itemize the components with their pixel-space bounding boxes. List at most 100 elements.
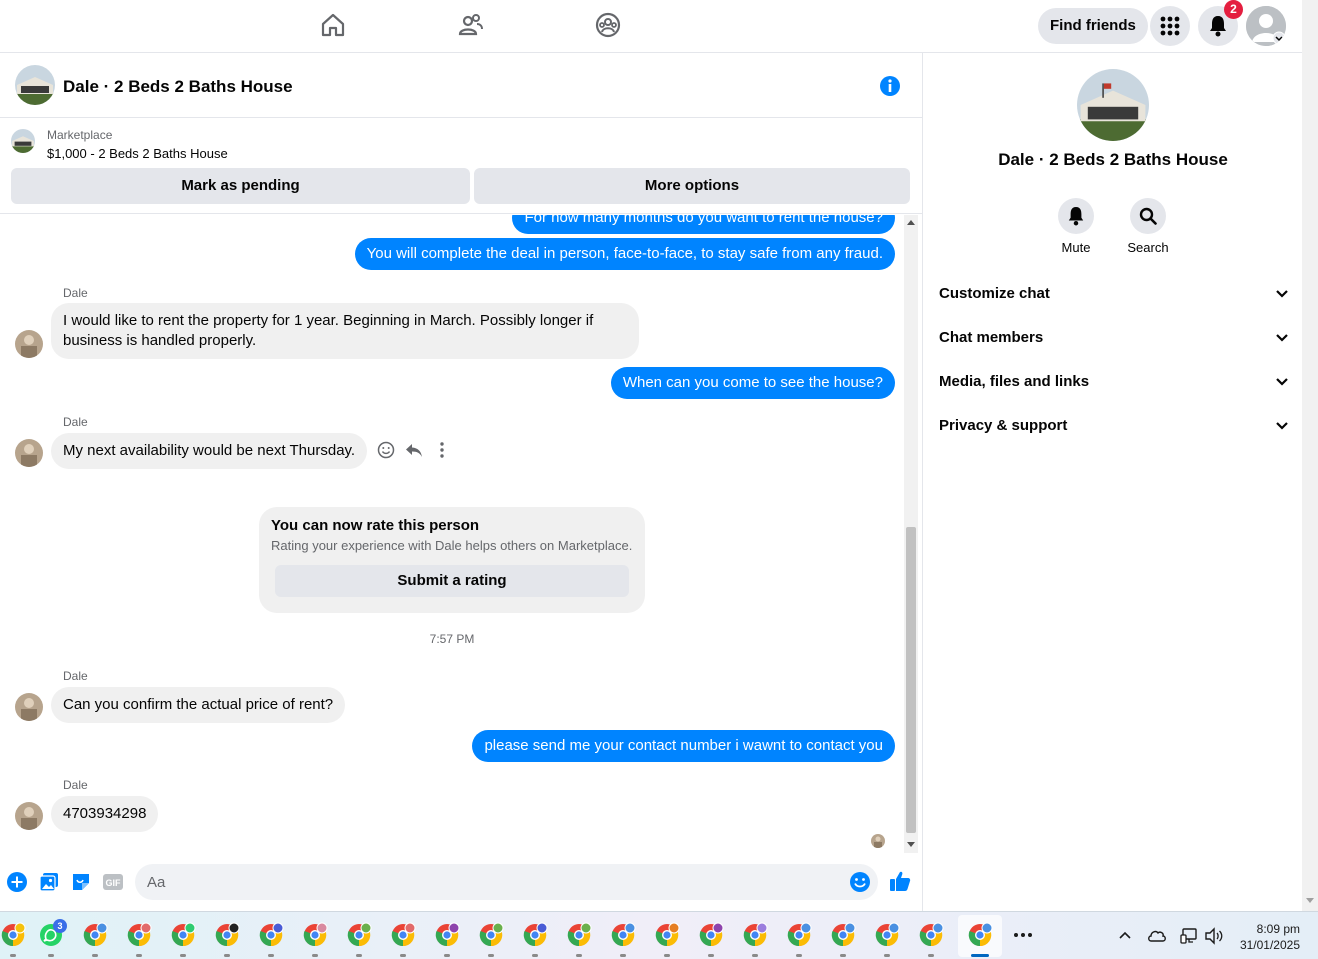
clock-date[interactable]: 31/01/2025 bbox=[1236, 938, 1300, 952]
thumbs-up-icon[interactable] bbox=[889, 870, 911, 892]
running-indicator bbox=[10, 954, 16, 957]
chrome-profile-app-icon[interactable] bbox=[874, 922, 900, 948]
mute-action[interactable]: Mute bbox=[1046, 198, 1106, 255]
network-icon[interactable] bbox=[1180, 927, 1198, 945]
incoming-message[interactable]: My next availability would be next Thurs… bbox=[51, 433, 368, 469]
chrome-profile-app-icon[interactable] bbox=[434, 922, 460, 948]
profile-avatar[interactable] bbox=[1246, 6, 1286, 46]
chrome-profile-app-icon[interactable] bbox=[346, 922, 372, 948]
photo-icon[interactable] bbox=[39, 872, 59, 892]
react-emoji-icon[interactable] bbox=[377, 441, 395, 459]
submit-rating-button[interactable]: Submit a rating bbox=[275, 565, 629, 597]
person-photo-icon bbox=[871, 834, 885, 848]
sender-name: Dale bbox=[63, 778, 88, 792]
person-photo-icon bbox=[15, 693, 43, 721]
message-timestamp: 7:57 PM bbox=[429, 632, 475, 646]
chrome-profile-app-icon[interactable] bbox=[214, 922, 240, 948]
message-line: I would like to rent the property for 1 … bbox=[63, 312, 594, 329]
chrome-profile-app-icon[interactable] bbox=[786, 922, 812, 948]
outgoing-message[interactable]: please send me your contact number i waw… bbox=[472, 730, 895, 762]
find-friends-button[interactable]: Find friends bbox=[1038, 8, 1148, 44]
chat-members-row[interactable]: Chat members bbox=[939, 329, 1289, 353]
groups-icon[interactable] bbox=[595, 12, 621, 38]
gif-icon[interactable]: GIF bbox=[103, 872, 123, 892]
listing-thumbnail[interactable] bbox=[11, 129, 35, 153]
chrome-profile-app-icon[interactable] bbox=[82, 922, 108, 948]
chrome-profile-app-icon[interactable] bbox=[258, 922, 284, 948]
chrome-profile-app-icon[interactable] bbox=[566, 922, 592, 948]
scroll-down-arrow-icon[interactable] bbox=[1306, 898, 1314, 904]
svg-text:GIF: GIF bbox=[106, 878, 122, 888]
chrome-profile-app-icon[interactable] bbox=[918, 922, 944, 948]
running-indicator bbox=[708, 954, 714, 957]
more-apps-icon[interactable] bbox=[1013, 932, 1033, 938]
scroll-up-arrow-icon[interactable] bbox=[907, 219, 915, 225]
outgoing-message[interactable]: For how many months do you want to rent … bbox=[512, 215, 895, 234]
chrome-profile-app-icon[interactable] bbox=[610, 922, 636, 948]
active-indicator bbox=[971, 954, 989, 957]
chrome-profile-app-icon[interactable] bbox=[126, 922, 152, 948]
house-photo-icon bbox=[1077, 69, 1149, 141]
sender-avatar[interactable] bbox=[15, 802, 43, 830]
chevron-down-icon bbox=[1276, 290, 1288, 298]
chat-scroll-thumb[interactable] bbox=[906, 527, 916, 833]
incoming-message[interactable]: 4703934298 bbox=[51, 796, 159, 832]
sender-avatar[interactable] bbox=[15, 693, 43, 721]
chrome-profile-app-icon[interactable] bbox=[742, 922, 768, 948]
chrome-profile-app-icon[interactable] bbox=[0, 922, 26, 948]
message-list[interactable]: For how many months do you want to rent … bbox=[0, 215, 904, 853]
panel-avatar[interactable] bbox=[1077, 69, 1149, 141]
incoming-message[interactable]: Can you confirm the actual price of rent… bbox=[51, 687, 346, 723]
onedrive-cloud-icon[interactable] bbox=[1147, 927, 1167, 943]
chat-scrollbar[interactable] bbox=[904, 215, 918, 853]
running-indicator bbox=[224, 954, 230, 957]
running-indicator bbox=[312, 954, 318, 957]
customize-chat-row[interactable]: Customize chat bbox=[939, 285, 1289, 309]
outgoing-message[interactable]: When can you come to see the house? bbox=[610, 367, 895, 399]
chrome-profile-app-icon[interactable] bbox=[830, 922, 856, 948]
emoji-icon[interactable] bbox=[849, 871, 871, 893]
chrome-profile-app-icon[interactable] bbox=[390, 922, 416, 948]
incoming-message[interactable]: I would like to rent the property for 1 … bbox=[51, 303, 639, 359]
sticker-icon[interactable] bbox=[71, 872, 91, 892]
running-indicator bbox=[884, 954, 890, 957]
chrome-profile-app-icon[interactable] bbox=[478, 922, 504, 948]
chrome-profile-app-icon[interactable] bbox=[522, 922, 548, 948]
info-icon[interactable] bbox=[879, 75, 901, 97]
chrome-profile-app-icon[interactable] bbox=[170, 922, 196, 948]
reply-icon[interactable] bbox=[405, 441, 423, 459]
chrome-profile-app-icon[interactable] bbox=[698, 922, 724, 948]
clock-time[interactable]: 8:09 pm bbox=[1236, 922, 1300, 936]
chrome-profile-app-icon[interactable] bbox=[654, 922, 680, 948]
media-files-links-row[interactable]: Media, files and links bbox=[939, 373, 1289, 397]
rate-person-card: You can now rate this person Rating your… bbox=[259, 507, 645, 613]
mark-as-pending-button[interactable]: Mark as pending bbox=[11, 168, 470, 204]
running-indicator bbox=[48, 954, 54, 957]
privacy-support-row[interactable]: Privacy & support bbox=[939, 417, 1289, 441]
page-scrollbar[interactable] bbox=[1302, 0, 1318, 911]
search-action[interactable]: Search bbox=[1118, 198, 1178, 255]
chrome-active-app-icon[interactable] bbox=[967, 922, 993, 948]
sender-name: Dale bbox=[63, 415, 88, 429]
listing-price[interactable]: $1,000 - 2 Beds 2 Baths House bbox=[47, 146, 228, 161]
search-icon bbox=[1139, 207, 1157, 225]
chrome-profile-app-icon[interactable] bbox=[302, 922, 328, 948]
scroll-down-arrow-icon[interactable] bbox=[907, 842, 915, 848]
home-icon[interactable] bbox=[320, 12, 346, 38]
chat-header: Dale · 2 Beds 2 Baths House bbox=[0, 53, 922, 118]
more-options-button[interactable]: More options bbox=[474, 168, 910, 204]
menu-button[interactable] bbox=[1150, 6, 1190, 46]
sender-avatar[interactable] bbox=[15, 330, 43, 358]
sender-avatar[interactable] bbox=[15, 439, 43, 467]
plus-icon[interactable] bbox=[7, 872, 27, 892]
running-indicator bbox=[532, 954, 538, 957]
running-indicator bbox=[928, 954, 934, 957]
friends-icon[interactable] bbox=[458, 12, 484, 38]
message-input[interactable] bbox=[135, 864, 878, 900]
outgoing-message[interactable]: You will complete the deal in person, fa… bbox=[354, 238, 895, 270]
volume-icon[interactable] bbox=[1204, 927, 1224, 945]
chat-avatar[interactable] bbox=[15, 65, 55, 105]
chevron-up-icon[interactable] bbox=[1118, 930, 1132, 940]
running-indicator bbox=[92, 954, 98, 957]
more-actions-icon[interactable] bbox=[434, 441, 450, 459]
